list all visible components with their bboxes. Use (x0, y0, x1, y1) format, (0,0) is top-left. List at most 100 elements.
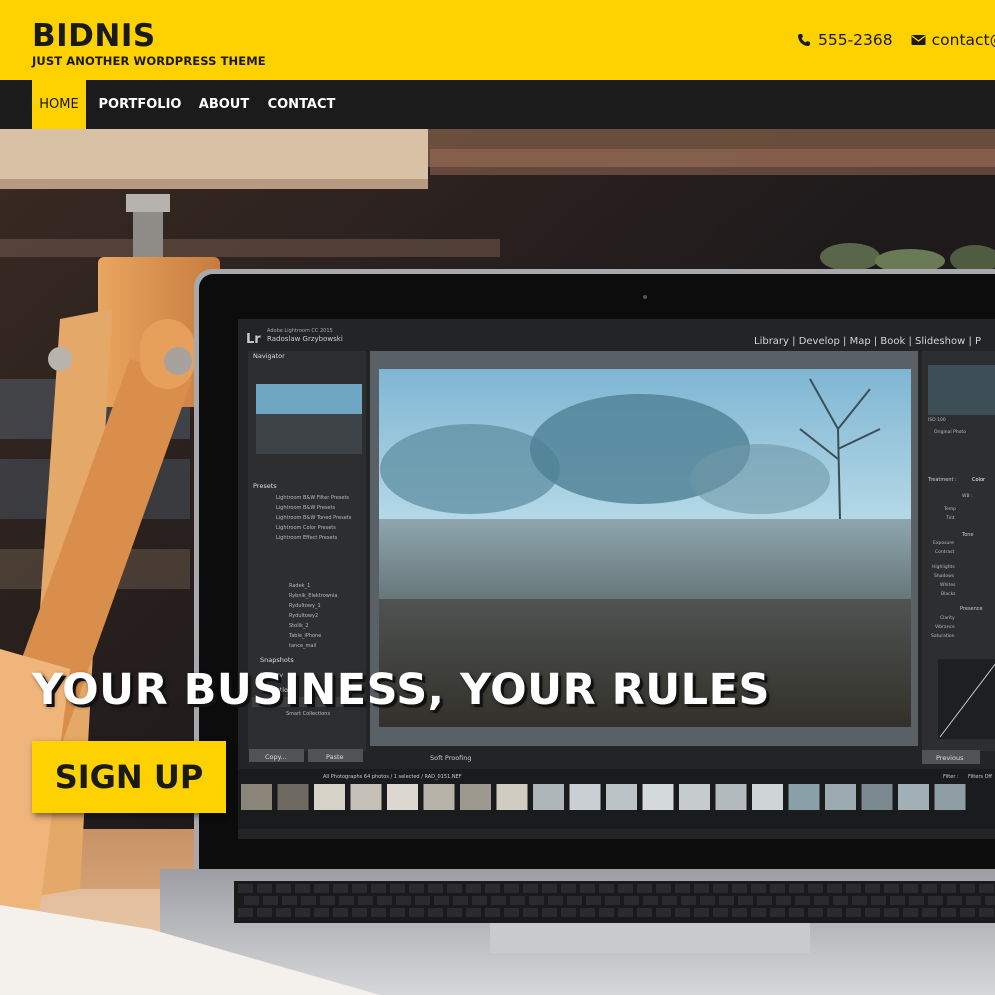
keyboard-key (656, 908, 671, 917)
keyboard-key (320, 896, 335, 905)
keyboard-key (732, 908, 747, 917)
keyboard-key (852, 896, 867, 905)
keyboard-key (301, 896, 316, 905)
keyboard-key (789, 884, 804, 893)
keyboard-key (808, 908, 823, 917)
nav-item-about[interactable]: ABOUT (195, 80, 253, 129)
keyboard-key (700, 896, 715, 905)
header-contact: 555-2368 contact@e (797, 31, 995, 49)
keyboard-key (694, 884, 709, 893)
filmstrip-thumbnail (460, 784, 491, 810)
lr-filters-off: Filters Off (968, 774, 993, 780)
keyboard-key (637, 884, 652, 893)
filmstrip-thumbnail (533, 784, 564, 810)
keyboard-key (605, 896, 620, 905)
filmstrip-thumbnail (715, 784, 747, 810)
keyboard-key (833, 896, 848, 905)
keyboard-key (466, 908, 481, 917)
keyboard-key (529, 896, 544, 905)
keyboard-key (903, 908, 918, 917)
keyboard-key (510, 896, 525, 905)
keyboard-key (238, 908, 253, 917)
keyboard-key (884, 884, 899, 893)
keyboard-key (713, 884, 728, 893)
keyboard-key (789, 908, 804, 917)
keyboard-key (466, 884, 481, 893)
lr-tint: Tint (945, 515, 955, 521)
lr-preset-5: Lightroom Effect Presets (276, 535, 338, 541)
filmstrip-thumbnail (825, 784, 856, 810)
keyboard-key (580, 884, 595, 893)
keyboard-key (523, 884, 538, 893)
keyboard-key (827, 908, 842, 917)
email-address[interactable]: contact@e (932, 31, 995, 49)
phone-icon (797, 33, 811, 47)
keyboard-key (637, 908, 652, 917)
lr-iso: ISO 100 (928, 417, 946, 423)
keyboard-key (263, 896, 278, 905)
keyboard-key (960, 884, 975, 893)
lr-tone: Tone (961, 532, 974, 538)
lr-presence: Presence (960, 606, 983, 612)
keyboard-key (618, 908, 633, 917)
keyboard-key (567, 896, 582, 905)
lr-app-line2: Radoslaw Grzybowski (267, 335, 343, 343)
filmstrip-thumbnail (241, 784, 272, 810)
lr-tone-1: Exposure (933, 540, 954, 546)
lr-navigator: Navigator (253, 352, 285, 360)
keyboard-key (922, 908, 937, 917)
keyboard-key (757, 896, 772, 905)
lr-snapshots: Snapshots (260, 656, 294, 664)
keyboard-key (928, 896, 943, 905)
main-navigation: HOME PORTFOLIO ABOUT CONTACT (0, 80, 995, 129)
keyboard-key (339, 896, 354, 905)
keyboard-key (542, 884, 557, 893)
keyboard-key (624, 896, 639, 905)
keyboard-key (890, 896, 905, 905)
nav-item-contact[interactable]: CONTACT (264, 80, 339, 129)
keyboard-key (447, 884, 462, 893)
site-branding[interactable]: BIDNIS JUST ANOTHER WORDPRESS THEME (32, 20, 266, 68)
keyboard-key (257, 908, 272, 917)
filmstrip-thumbnail (423, 784, 455, 810)
keyboard-key (795, 896, 810, 905)
keyboard-key (681, 896, 696, 905)
keyboard-key (960, 908, 975, 917)
keyboard-key (295, 884, 310, 893)
lr-previous-button: Previous (936, 754, 964, 762)
filmstrip-thumbnail (861, 784, 893, 810)
keyboard-key (675, 884, 690, 893)
nav-item-portfolio[interactable]: PORTFOLIO (97, 80, 183, 129)
lr-tone-2: Contrast (935, 549, 954, 555)
keyboard-key (434, 896, 449, 905)
keyboard-key (390, 884, 405, 893)
keyboard-key (947, 896, 962, 905)
phone-number[interactable]: 555-2368 (818, 31, 893, 49)
filmstrip-thumbnail (642, 784, 674, 810)
keyboard-key (871, 896, 886, 905)
lr-original-photo: Original Photo (934, 429, 966, 435)
nav-item-home[interactable]: HOME (32, 80, 86, 129)
filmstrip-thumbnail (752, 784, 783, 810)
lr-tone-5: Whites (940, 582, 956, 588)
keyboard-key (542, 908, 557, 917)
keyboard-key (358, 896, 373, 905)
keyboard-key (941, 884, 956, 893)
lr-preset-1: Lightroom B&W Filter Presets (276, 495, 349, 501)
keyboard-key (586, 896, 601, 905)
keyboard-key (776, 896, 791, 905)
keyboard-key (643, 896, 658, 905)
hero-title: YOUR BUSINESS, YOUR RULES (32, 665, 770, 715)
site-title[interactable]: BIDNIS (32, 20, 266, 52)
filmstrip-thumbnail (350, 784, 382, 810)
lr-tone-4: Shadows (934, 573, 955, 579)
keyboard-key (548, 896, 563, 905)
keyboard-key (390, 908, 405, 917)
keyboard-key (814, 896, 829, 905)
keyboard-key (257, 884, 272, 893)
filmstrip-thumbnail (569, 784, 601, 810)
lr-wb: WB : (962, 493, 972, 499)
lr-coll-2: Rybnik_Elektrownia (289, 593, 337, 599)
sign-up-button[interactable]: SIGN UP (32, 741, 226, 813)
keyboard-key (966, 896, 981, 905)
